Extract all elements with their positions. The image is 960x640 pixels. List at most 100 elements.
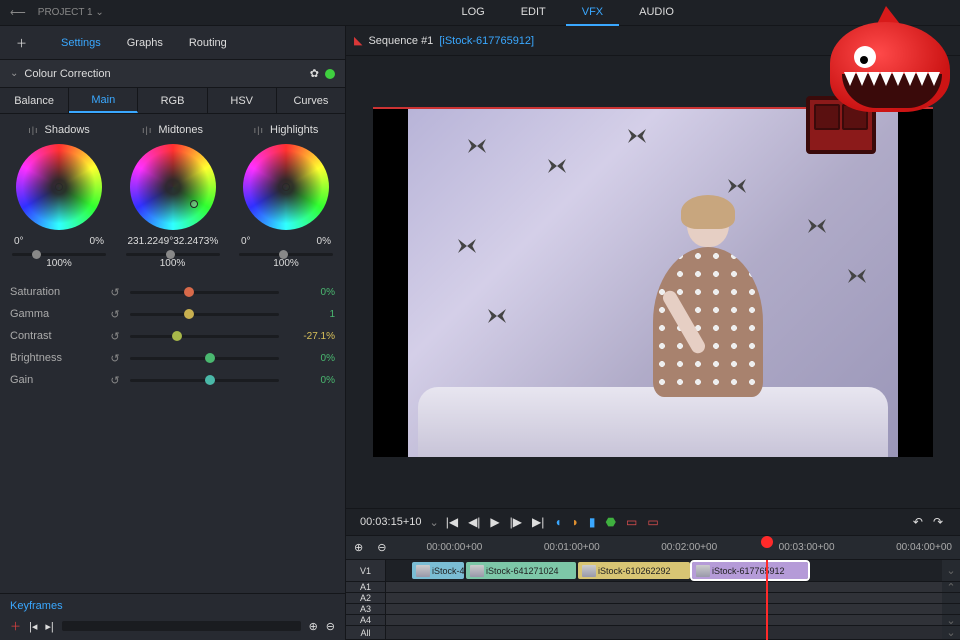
shadows-amount: 100% — [12, 258, 106, 269]
chevron-down-icon[interactable]: ⌄ — [429, 516, 438, 529]
brightness-row: Brightness ↺ 0% — [10, 347, 335, 369]
subtab-rgb[interactable]: RGB — [138, 88, 207, 113]
time-ruler[interactable]: 00:00:00+00 00:01:00+00 00:02:00+00 00:0… — [400, 542, 952, 553]
zoom-in-icon[interactable]: ⊕ — [309, 620, 318, 633]
audio-track[interactable] — [386, 582, 942, 592]
expand-icon[interactable]: ⌄ — [942, 626, 960, 639]
expand-icon[interactable]: ⌄ — [942, 615, 960, 625]
ruler-tick: 00:00:00+00 — [426, 542, 482, 553]
bookmark-icon[interactable]: ◣ — [354, 34, 362, 47]
brightness-value: 0% — [287, 353, 335, 364]
goto-end-icon[interactable]: ▶| — [529, 515, 547, 529]
saturation-slider[interactable] — [130, 291, 279, 294]
panel-tab-settings[interactable]: Settings — [51, 31, 111, 55]
highlights-wheel[interactable] — [243, 144, 329, 230]
panel-tab-routing[interactable]: Routing — [179, 31, 237, 55]
reset-icon[interactable]: ↺ — [108, 330, 122, 343]
expand-icon[interactable]: ⌃ — [942, 582, 960, 592]
subtab-hsv[interactable]: HSV — [208, 88, 277, 113]
contrast-value: -27.1% — [287, 331, 335, 342]
mode-tab-vfx[interactable]: VFX — [566, 0, 619, 26]
audio-track[interactable] — [386, 615, 942, 625]
step-fwd-icon[interactable]: |▶ — [507, 515, 525, 529]
clip[interactable]: iStock-610262292 — [578, 562, 690, 579]
sequence-name[interactable]: Sequence #1 — [368, 35, 433, 47]
brightness-slider[interactable] — [130, 357, 279, 360]
gain-row: Gain ↺ 0% — [10, 369, 335, 391]
reset-icon[interactable]: ↺ — [108, 308, 122, 321]
clip-selected[interactable]: iStock-617765912 — [692, 562, 808, 579]
zoom-in-icon[interactable]: ⊕ — [354, 541, 363, 554]
flag-icon[interactable]: ▮ — [586, 515, 599, 529]
contrast-slider[interactable] — [130, 335, 279, 338]
expand-icon[interactable]: ⌄ — [942, 560, 960, 581]
highlights-label: Highlights — [270, 124, 318, 136]
mode-tab-audio[interactable]: AUDIO — [623, 0, 690, 26]
gear-icon[interactable]: ✿ — [310, 67, 319, 80]
audio-track[interactable] — [386, 593, 942, 603]
cue-icon[interactable]: ⬣ — [602, 515, 618, 529]
highlights-amount: 100% — [239, 258, 333, 269]
mode-tab-log[interactable]: LOG — [445, 0, 500, 26]
audio-track[interactable] — [386, 604, 942, 614]
subtab-curves[interactable]: Curves — [277, 88, 345, 113]
track-label-a4[interactable]: A4 — [346, 615, 386, 625]
add-effect-icon[interactable]: ＋ — [16, 35, 27, 51]
gamma-slider[interactable] — [130, 313, 279, 316]
ruler-tick: 00:02:00+00 — [661, 542, 717, 553]
ruler-tick: 00:03:00+00 — [779, 542, 835, 553]
goto-start-icon[interactable]: |◀ — [443, 515, 461, 529]
sequence-bar: ◣ Sequence #1 [iStock-617765912] — [346, 26, 960, 56]
mode-tab-edit[interactable]: EDIT — [505, 0, 562, 26]
undo-icon[interactable]: ↶ — [910, 515, 926, 529]
ruler-tick: 00:01:00+00 — [544, 542, 600, 553]
viewer[interactable] — [373, 107, 933, 457]
next-keyframe-icon[interactable]: ▸| — [45, 620, 53, 633]
project-selector[interactable]: PROJECT 1 ⌄ — [38, 7, 104, 18]
all-track[interactable] — [386, 626, 942, 639]
subtab-balance[interactable]: Balance — [0, 88, 69, 113]
track-label-a3[interactable]: A3 — [346, 604, 386, 614]
gain-slider[interactable] — [130, 379, 279, 382]
track-label-v1[interactable]: V1 — [346, 560, 386, 581]
zoom-out-icon[interactable]: ⊖ — [377, 541, 386, 554]
shadows-wheel[interactable] — [16, 144, 102, 230]
marker-b-icon[interactable]: ▭ — [644, 515, 661, 529]
highlights-amount-slider[interactable] — [239, 253, 333, 256]
back-icon[interactable]: ⟵ — [10, 6, 26, 19]
section-header[interactable]: ⌄ Colour Correction ✿ — [0, 60, 345, 88]
reset-icon[interactable]: ↺ — [108, 286, 122, 299]
subtab-main[interactable]: Main — [69, 88, 138, 113]
midtones-amount: 100% — [126, 258, 220, 269]
gamma-row: Gamma ↺ 1 — [10, 303, 335, 325]
midtones-wheel[interactable] — [130, 144, 216, 230]
shadows-amount-slider[interactable] — [12, 253, 106, 256]
step-back-icon[interactable]: ◀| — [465, 515, 483, 529]
add-keyframe-icon[interactable]: ＋ — [10, 618, 21, 634]
enabled-indicator[interactable] — [325, 69, 335, 79]
track-label-a2[interactable]: A2 — [346, 593, 386, 603]
mark-in-icon[interactable]: ◖ — [551, 515, 564, 529]
reset-icon[interactable]: ↺ — [108, 352, 122, 365]
clip[interactable]: iStock-641271024 — [466, 562, 576, 579]
marker-a-icon[interactable]: ▭ — [623, 515, 640, 529]
clip[interactable]: iStock-4 — [412, 562, 464, 579]
prev-keyframe-icon[interactable]: |◂ — [29, 620, 37, 633]
midtones-amount-slider[interactable] — [126, 253, 220, 256]
keyframe-timeline[interactable] — [62, 621, 301, 631]
track-label-a1[interactable]: A1 — [346, 582, 386, 592]
track-label-all[interactable]: All — [346, 626, 386, 639]
play-icon[interactable]: ▶ — [487, 515, 502, 529]
reset-icon[interactable]: ↺ — [108, 374, 122, 387]
redo-icon[interactable]: ↷ — [930, 515, 946, 529]
playhead[interactable] — [766, 560, 768, 640]
highlights-percent: 0% — [317, 236, 331, 247]
video-track[interactable]: iStock-4 iStock-641271024 iStock-6102622… — [386, 560, 942, 581]
panel-tab-graphs[interactable]: Graphs — [117, 31, 173, 55]
saturation-row: Saturation ↺ 0% — [10, 281, 335, 303]
bars-icon: ı|ı — [254, 125, 264, 135]
timecode[interactable]: 00:03:15+10 — [360, 516, 421, 528]
zoom-out-icon[interactable]: ⊖ — [326, 620, 335, 633]
sequence-clip[interactable]: [iStock-617765912] — [439, 35, 534, 47]
mark-out-icon[interactable]: ◗ — [569, 515, 582, 529]
